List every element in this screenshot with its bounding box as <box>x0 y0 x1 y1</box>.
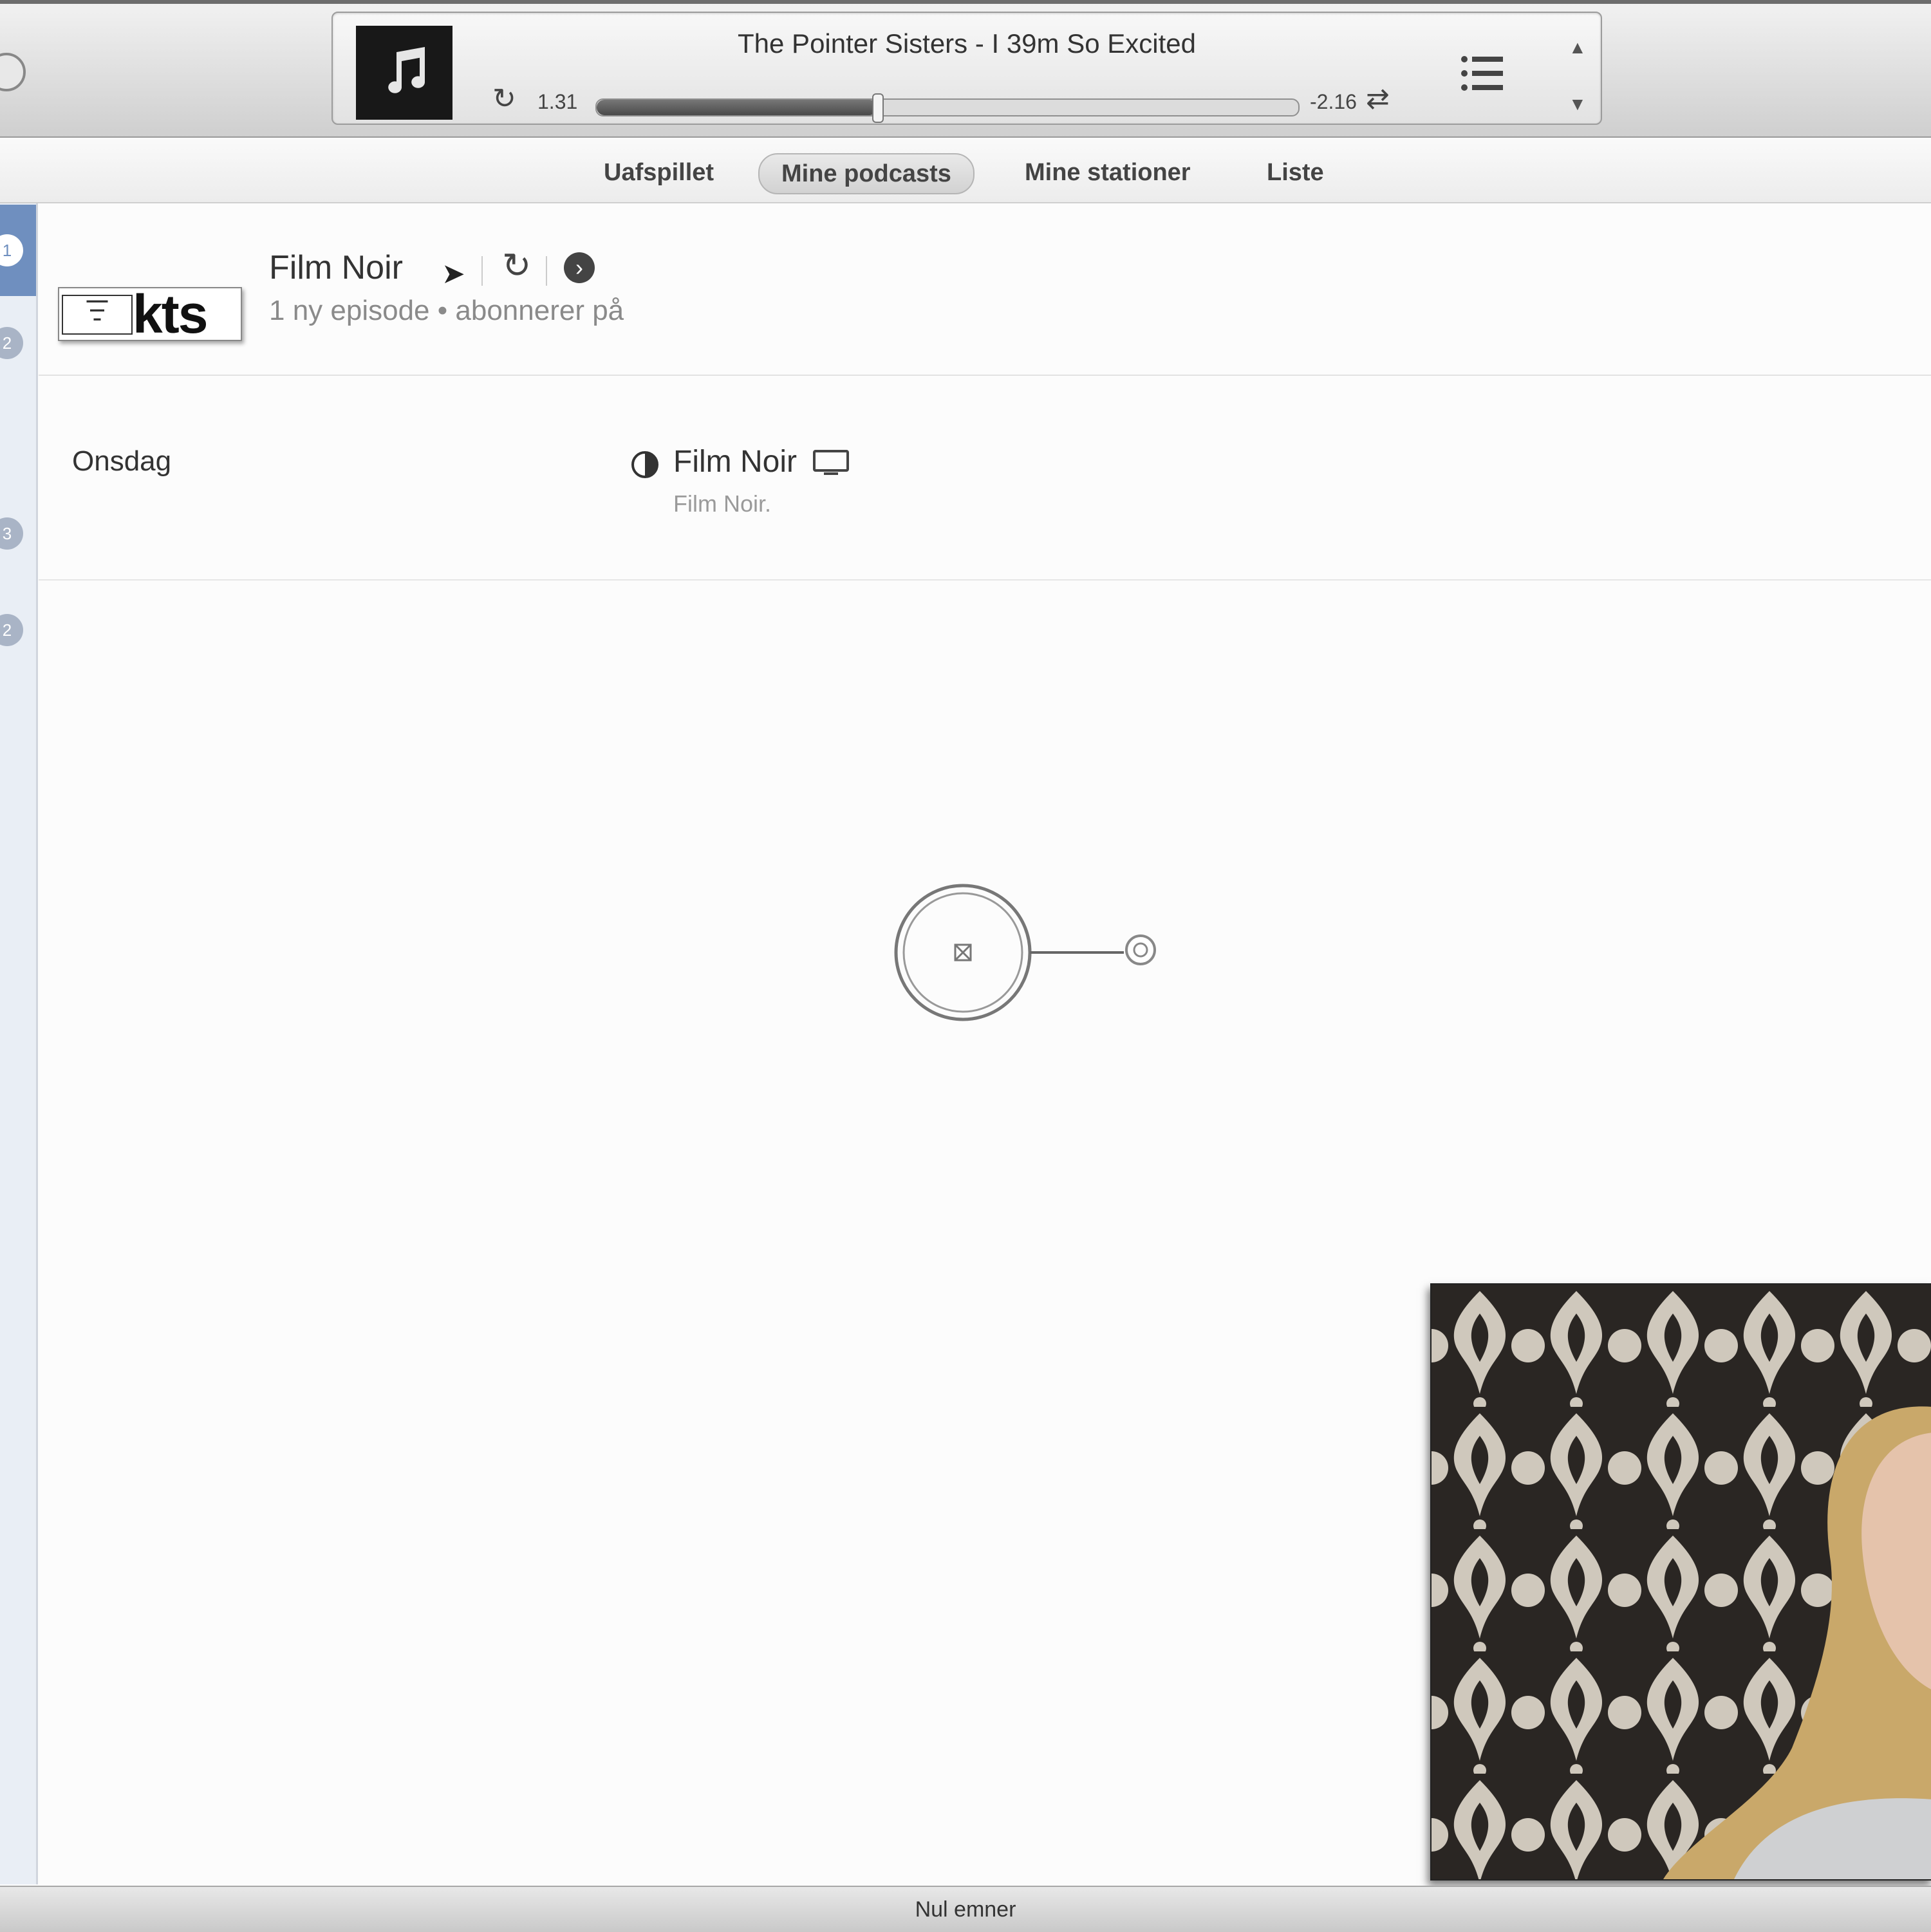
up-next-list-icon[interactable] <box>1459 53 1506 94</box>
episode-description: Film Noir. <box>673 490 771 517</box>
window-control-button[interactable] <box>0 53 26 91</box>
podcast-title: Film Noir <box>269 249 403 286</box>
logo-small-print: ▬▬▬ ▬▬ ▬ <box>62 295 133 335</box>
arrow-up-icon[interactable]: ▲ <box>1569 37 1587 58</box>
sidebar-selected-item[interactable]: 1 <box>0 205 36 296</box>
tab-uafspillet[interactable]: Uafspillet <box>582 153 736 192</box>
divider <box>546 256 547 286</box>
window-top-edge <box>0 0 1931 4</box>
repeat-icon[interactable]: ↻ <box>492 85 516 113</box>
track-title: The Pointer Sisters - I 39m So Excited <box>738 28 1196 59</box>
divider <box>481 256 483 286</box>
empty-state-graphic <box>894 884 1156 1021</box>
refresh-icon[interactable]: ↻ <box>502 248 531 283</box>
podcast-logo[interactable]: ▬▬▬ ▬▬ ▬ kts <box>58 284 242 344</box>
tv-icon <box>813 450 849 475</box>
mouse-cursor-icon: ➤ <box>442 258 465 290</box>
elapsed-time: 1.31 <box>537 90 578 113</box>
shuffle-icon[interactable]: ⇄ <box>1366 85 1390 113</box>
episode-day-label: Onsdag <box>72 445 172 477</box>
status-bar: Nul emner <box>0 1886 1931 1932</box>
remaining-time: -2.16 <box>1310 90 1357 113</box>
episode-title[interactable]: Film Noir <box>673 444 797 479</box>
status-text: Nul emner <box>915 1897 1016 1922</box>
half-circle-icon <box>631 451 658 478</box>
now-playing-display: The Pointer Sisters - I 39m So Excited ↻… <box>331 12 1602 125</box>
header-divider <box>39 375 1931 376</box>
sidebar <box>0 203 38 1884</box>
podcast-subinfo: 1 ny episode • abonnerer på <box>269 295 624 326</box>
tab-mine-podcasts[interactable]: Mine podcasts <box>758 153 975 194</box>
sidebar-badge: 1 <box>0 234 23 266</box>
webcam-overlay <box>1430 1283 1931 1881</box>
podcast-nav-bar: Uafspillet Mine podcasts Mine stationer … <box>0 138 1931 203</box>
tab-liste[interactable]: Liste <box>1245 153 1346 192</box>
row-divider <box>39 579 1931 581</box>
tab-mine-stationer[interactable]: Mine stationer <box>1003 153 1213 192</box>
goto-arrow-icon[interactable]: › <box>564 252 595 283</box>
logo-text: kts <box>133 284 208 344</box>
progress-knob[interactable] <box>872 93 884 123</box>
progress-fill <box>597 100 877 115</box>
progress-bar[interactable] <box>595 93 1300 123</box>
arrow-down-icon[interactable]: ▼ <box>1569 94 1587 115</box>
toolbar: The Pointer Sisters - I 39m So Excited ↻… <box>0 0 1931 138</box>
